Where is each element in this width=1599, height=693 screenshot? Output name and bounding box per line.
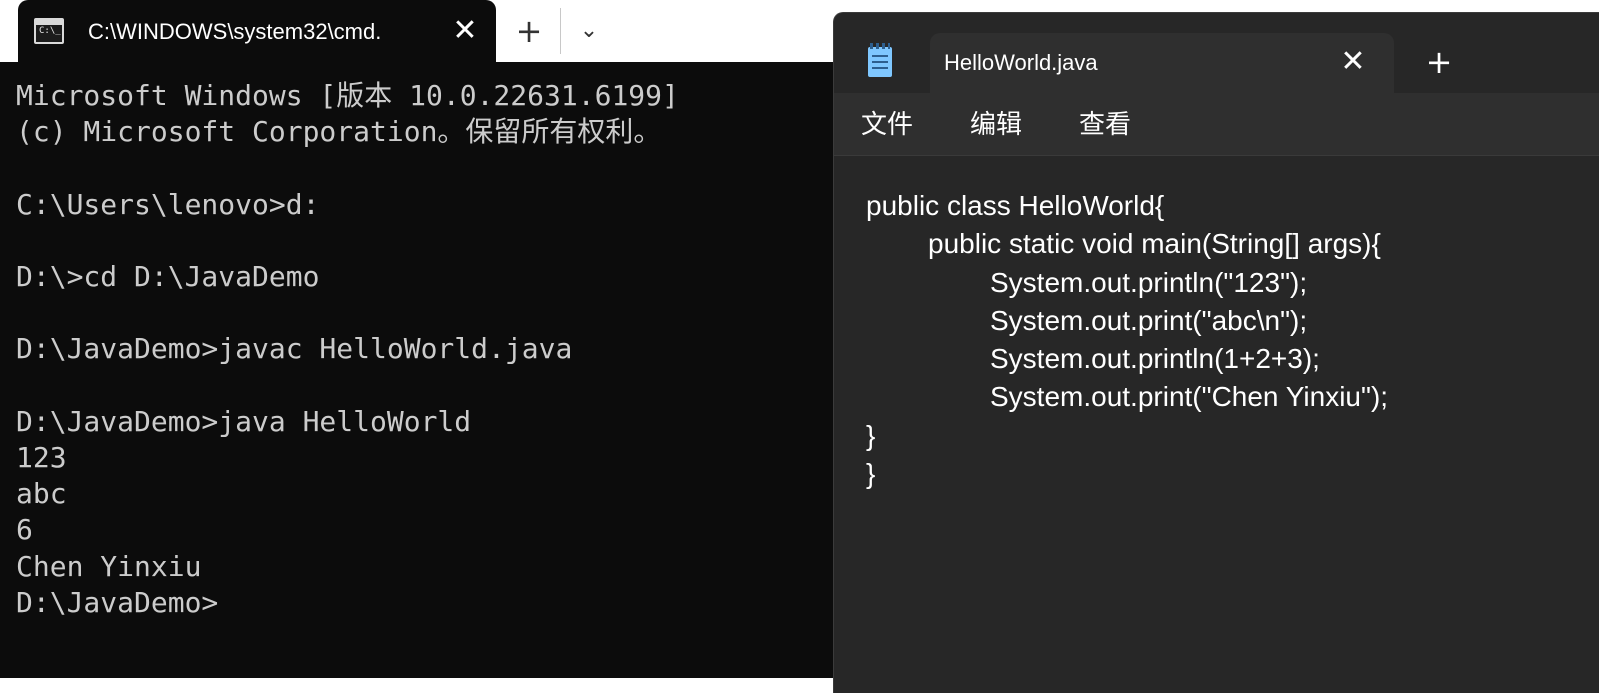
terminal-console[interactable]: Microsoft Windows [版本 10.0.22631.6199] (… [0, 62, 848, 678]
menu-edit[interactable]: 编辑 [970, 109, 1022, 141]
code-line: } [866, 458, 876, 490]
menu-view[interactable]: 查看 [1079, 109, 1131, 141]
code-line: System.out.println(1+2+3); [990, 343, 1320, 375]
close-icon[interactable]: ✕ [448, 14, 482, 48]
code-line: } [866, 419, 876, 451]
terminal-tabstrip: C:\_ C:\WINDOWS\system32\cmd. ✕ + ⌄ [0, 0, 848, 62]
cmd-icon: C:\_ [34, 18, 64, 44]
terminal-tab-title: C:\WINDOWS\system32\cmd. [88, 19, 382, 44]
new-tab-button[interactable]: + [1422, 45, 1456, 79]
chevron-down-icon[interactable]: ⌄ [572, 14, 606, 48]
code-line: public class HelloWorld{ [866, 190, 1165, 221]
notepad-tab[interactable]: HelloWorld.java ✕ [930, 33, 1394, 93]
code-line: System.out.println("123"); [990, 266, 1308, 298]
terminal-tab[interactable]: C:\_ C:\WINDOWS\system32\cmd. ✕ [18, 0, 496, 62]
menu-bar: 文件 编辑 查看 [834, 93, 1599, 155]
cmd-icon-text: C:\_ [39, 26, 61, 36]
code-line: System.out.print("Chen Yinxiu"); [990, 381, 1389, 413]
divider [834, 155, 1599, 156]
tab-separator [560, 8, 561, 54]
text-editor[interactable]: public class HelloWorld{ public static vo… [866, 187, 1388, 493]
terminal-output: Microsoft Windows [版本 10.0.22631.6199] (… [16, 79, 679, 619]
notepad-tab-title: HelloWorld.java [944, 50, 1098, 75]
code-line: System.out.print("abc\n"); [990, 304, 1308, 336]
new-tab-button[interactable]: + [512, 14, 546, 48]
menu-file[interactable]: 文件 [861, 109, 913, 141]
close-icon[interactable]: ✕ [1336, 45, 1370, 79]
notepad-icon [868, 43, 892, 77]
notepad-window: HelloWorld.java ✕ + 文件 编辑 查看 public clas… [833, 12, 1599, 693]
code-line: public static void main(String[] args){ [928, 228, 1381, 260]
